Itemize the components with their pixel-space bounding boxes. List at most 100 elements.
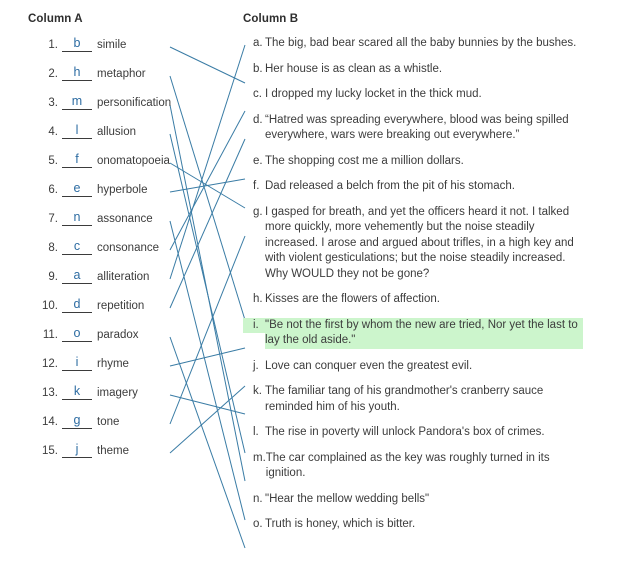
item-letter: m. [253,451,266,464]
column-b-row-highlighted: i. "Be not the first by whom the new are … [243,317,583,349]
item-text: The car complained as the key was roughl… [265,451,550,480]
item-letter: c. [253,88,262,100]
item-text: Love can conquer even the greatest evil. [265,359,473,372]
column-b-row: b. Her house is as clean as a whistle. [243,62,583,78]
column-b-header: Column B [243,13,299,25]
item-text: Kisses are the flowers of affection. [265,293,440,305]
item-text: Her house is as clean as a whistle. [265,62,443,75]
column-b-row: g. I gasped for breath, and yet the offic… [243,205,583,283]
item-letter: h. [253,293,263,305]
answer-blank[interactable]: g [62,413,92,429]
item-text: The rise in poverty will unlock Pandora'… [265,426,545,438]
term-label: imagery [97,387,138,399]
item-text: Truth is honey, which is bitter. [265,518,416,530]
column-b-row: m. The car complained as the key was roug… [243,451,583,482]
answer-blank[interactable]: m [62,94,92,110]
column-a-row: 8. c consonance [0,239,200,268]
item-letter: n. [253,492,263,505]
column-b-row: k. The familiar tang of his grandmother's… [243,384,583,415]
column-a-row: 12. i rhyme [0,355,200,384]
item-number: 15. [42,445,58,457]
item-number: 2. [48,68,58,80]
term-label: paradox [97,329,139,341]
item-text: “Hatred was spreading everywhere, blood … [265,113,569,142]
term-label: hyperbole [97,184,148,196]
column-b-row: e. The shopping cost me a million dollars… [243,154,583,170]
column-a-list: 1. b simile 2. h metaphor 3. m personification 4.… [0,36,200,471]
answer-blank[interactable]: i [62,355,92,371]
column-a-row: 15. j theme [0,442,200,471]
column-b-row: f. Dad released a belch from the pit of h… [243,179,583,195]
column-a-row: 6. e hyperbole [0,181,200,210]
item-text: "Hear the mellow wedding bells" [265,492,430,505]
column-b-row: l. The rise in poverty will unlock Pandor… [243,425,583,441]
column-a-row: 2. h metaphor [0,65,200,94]
item-letter: j. [253,359,259,372]
answer-blank[interactable]: a [62,268,92,284]
answer-blank[interactable]: c [62,239,92,255]
answer-blank[interactable]: e [62,181,92,197]
column-a-row: 10. d repetition [0,297,200,326]
column-b-row: j. Love can conquer even the greatest evi… [243,359,583,375]
item-letter: l. [253,426,259,438]
item-text: The familiar tang of his grandmother's c… [265,385,544,413]
column-b-row: h. Kisses are the flowers of affection. [243,292,583,308]
item-number: 6. [48,184,58,196]
term-label: consonance [97,242,160,254]
column-a-row: 11. o paradox [0,326,200,355]
answer-blank[interactable]: n [62,210,92,226]
term-label: metaphor [97,68,146,80]
item-number: 3. [48,97,58,109]
column-a-row: 13. k imagery [0,384,200,413]
item-number: 11. [42,329,58,341]
term-label: repetition [97,300,145,312]
matching-worksheet: Column A Column B 1. b simile 2. h metaphor 3.… [0,0,639,579]
answer-blank[interactable]: h [62,65,92,81]
answer-blank[interactable]: b [62,36,92,52]
term-label: tone [97,416,120,428]
item-text: The shopping cost me a million dollars. [265,154,464,167]
column-b-row: c. I dropped my lucky locket in the thick… [243,87,583,103]
column-a-row: 4. l allusion [0,123,200,152]
item-letter: d. [253,113,263,126]
term-label: alliteration [97,271,150,283]
item-text: "Be not the first by whom the new are tr… [265,317,583,349]
item-text: I gasped for breath, and yet the officer… [265,205,574,280]
item-number: 12. [42,358,58,370]
item-number: 8. [48,242,58,254]
column-a-row: 1. b simile [0,36,200,65]
item-number: 5. [48,155,58,167]
term-label: personification [97,97,172,109]
column-a-row: 3. m personification [0,94,200,123]
item-number: 1. [48,39,58,51]
answer-blank[interactable]: o [62,326,92,342]
item-letter: f. [253,180,260,192]
answer-blank[interactable]: d [62,297,92,313]
answer-blank[interactable]: k [62,384,92,400]
column-a-row: 5. f onomatopoeia [0,152,200,181]
answer-blank[interactable]: f [62,152,92,168]
item-letter: b. [253,62,263,75]
column-a-row: 7. n assonance [0,210,200,239]
term-label: rhyme [97,358,129,370]
term-label: theme [97,445,129,457]
item-text: I dropped my lucky locket in the thick m… [265,88,482,100]
item-letter: e. [253,154,263,167]
item-letter: i. [243,317,265,333]
term-label: assonance [97,213,153,225]
answer-blank[interactable]: l [62,123,92,139]
item-number: 9. [48,271,58,283]
term-label: onomatopoeia [97,155,170,167]
item-number: 13. [42,387,58,399]
column-b-row: n. "Hear the mellow wedding bells" [243,492,583,508]
column-b-row: a. The big, bad bear scared all the baby … [243,36,583,52]
item-letter: g. [253,205,263,218]
item-text: Dad released a belch from the pit of his… [265,180,515,192]
column-b-row: o. Truth is honey, which is bitter. [243,517,583,533]
answer-blank[interactable]: j [62,442,92,458]
item-text: The big, bad bear scared all the baby bu… [265,37,577,49]
column-b-list: a. The big, bad bear scared all the baby … [243,36,583,543]
column-a-header: Column A [28,13,83,25]
item-letter: a. [253,37,263,49]
item-letter: k. [253,385,262,397]
